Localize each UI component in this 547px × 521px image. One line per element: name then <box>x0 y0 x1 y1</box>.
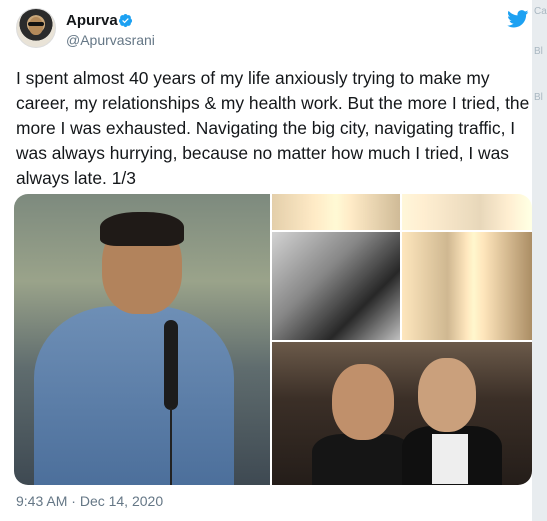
photo-film-still[interactable] <box>402 232 532 340</box>
photo-vintage-top-right[interactable] <box>402 194 532 230</box>
tweet-time: 9:43 AM <box>16 493 68 509</box>
avatar-sunglasses <box>28 22 44 26</box>
author-handle[interactable]: @Apurvasrani <box>66 32 155 48</box>
man-left-face <box>332 364 394 440</box>
avatar[interactable] <box>16 8 56 48</box>
photo-two-men-tuxedo[interactable] <box>272 342 532 485</box>
speaker-hair <box>100 212 184 246</box>
edge-text-top: Ca <box>534 6 547 17</box>
photo-film-camera[interactable] <box>272 232 400 340</box>
man-right-face <box>418 358 476 432</box>
separator: · <box>71 493 76 509</box>
verified-badge-icon <box>118 13 133 28</box>
tweet-timestamp[interactable]: 9:43 AM · Dec 14, 2020 <box>16 493 163 509</box>
author-name[interactable]: Apurva <box>66 12 118 29</box>
man-right-shirt <box>432 434 468 484</box>
edge-text-mid2: Bl <box>534 92 543 103</box>
adjacent-panel-edge <box>532 0 547 521</box>
edge-text-mid1: Bl <box>534 46 543 57</box>
tweet-date: Dec 14, 2020 <box>79 493 164 509</box>
microphone-cable <box>170 408 172 485</box>
photo-vintage-top-left[interactable] <box>272 194 400 230</box>
twitter-bird-icon[interactable] <box>507 10 529 28</box>
tweet-text: I spent almost 40 years of my life anxio… <box>16 68 530 188</box>
avatar-face <box>29 17 43 35</box>
tweet-media-grid[interactable] <box>14 194 532 485</box>
tweet-card[interactable]: Apurva @Apurvasrani I spent almost 40 ye… <box>0 0 547 521</box>
microphone <box>164 320 178 410</box>
photo-speaker-with-microphone[interactable] <box>14 194 270 485</box>
man-left-suit <box>312 434 412 485</box>
speaker-shirt <box>34 306 234 485</box>
